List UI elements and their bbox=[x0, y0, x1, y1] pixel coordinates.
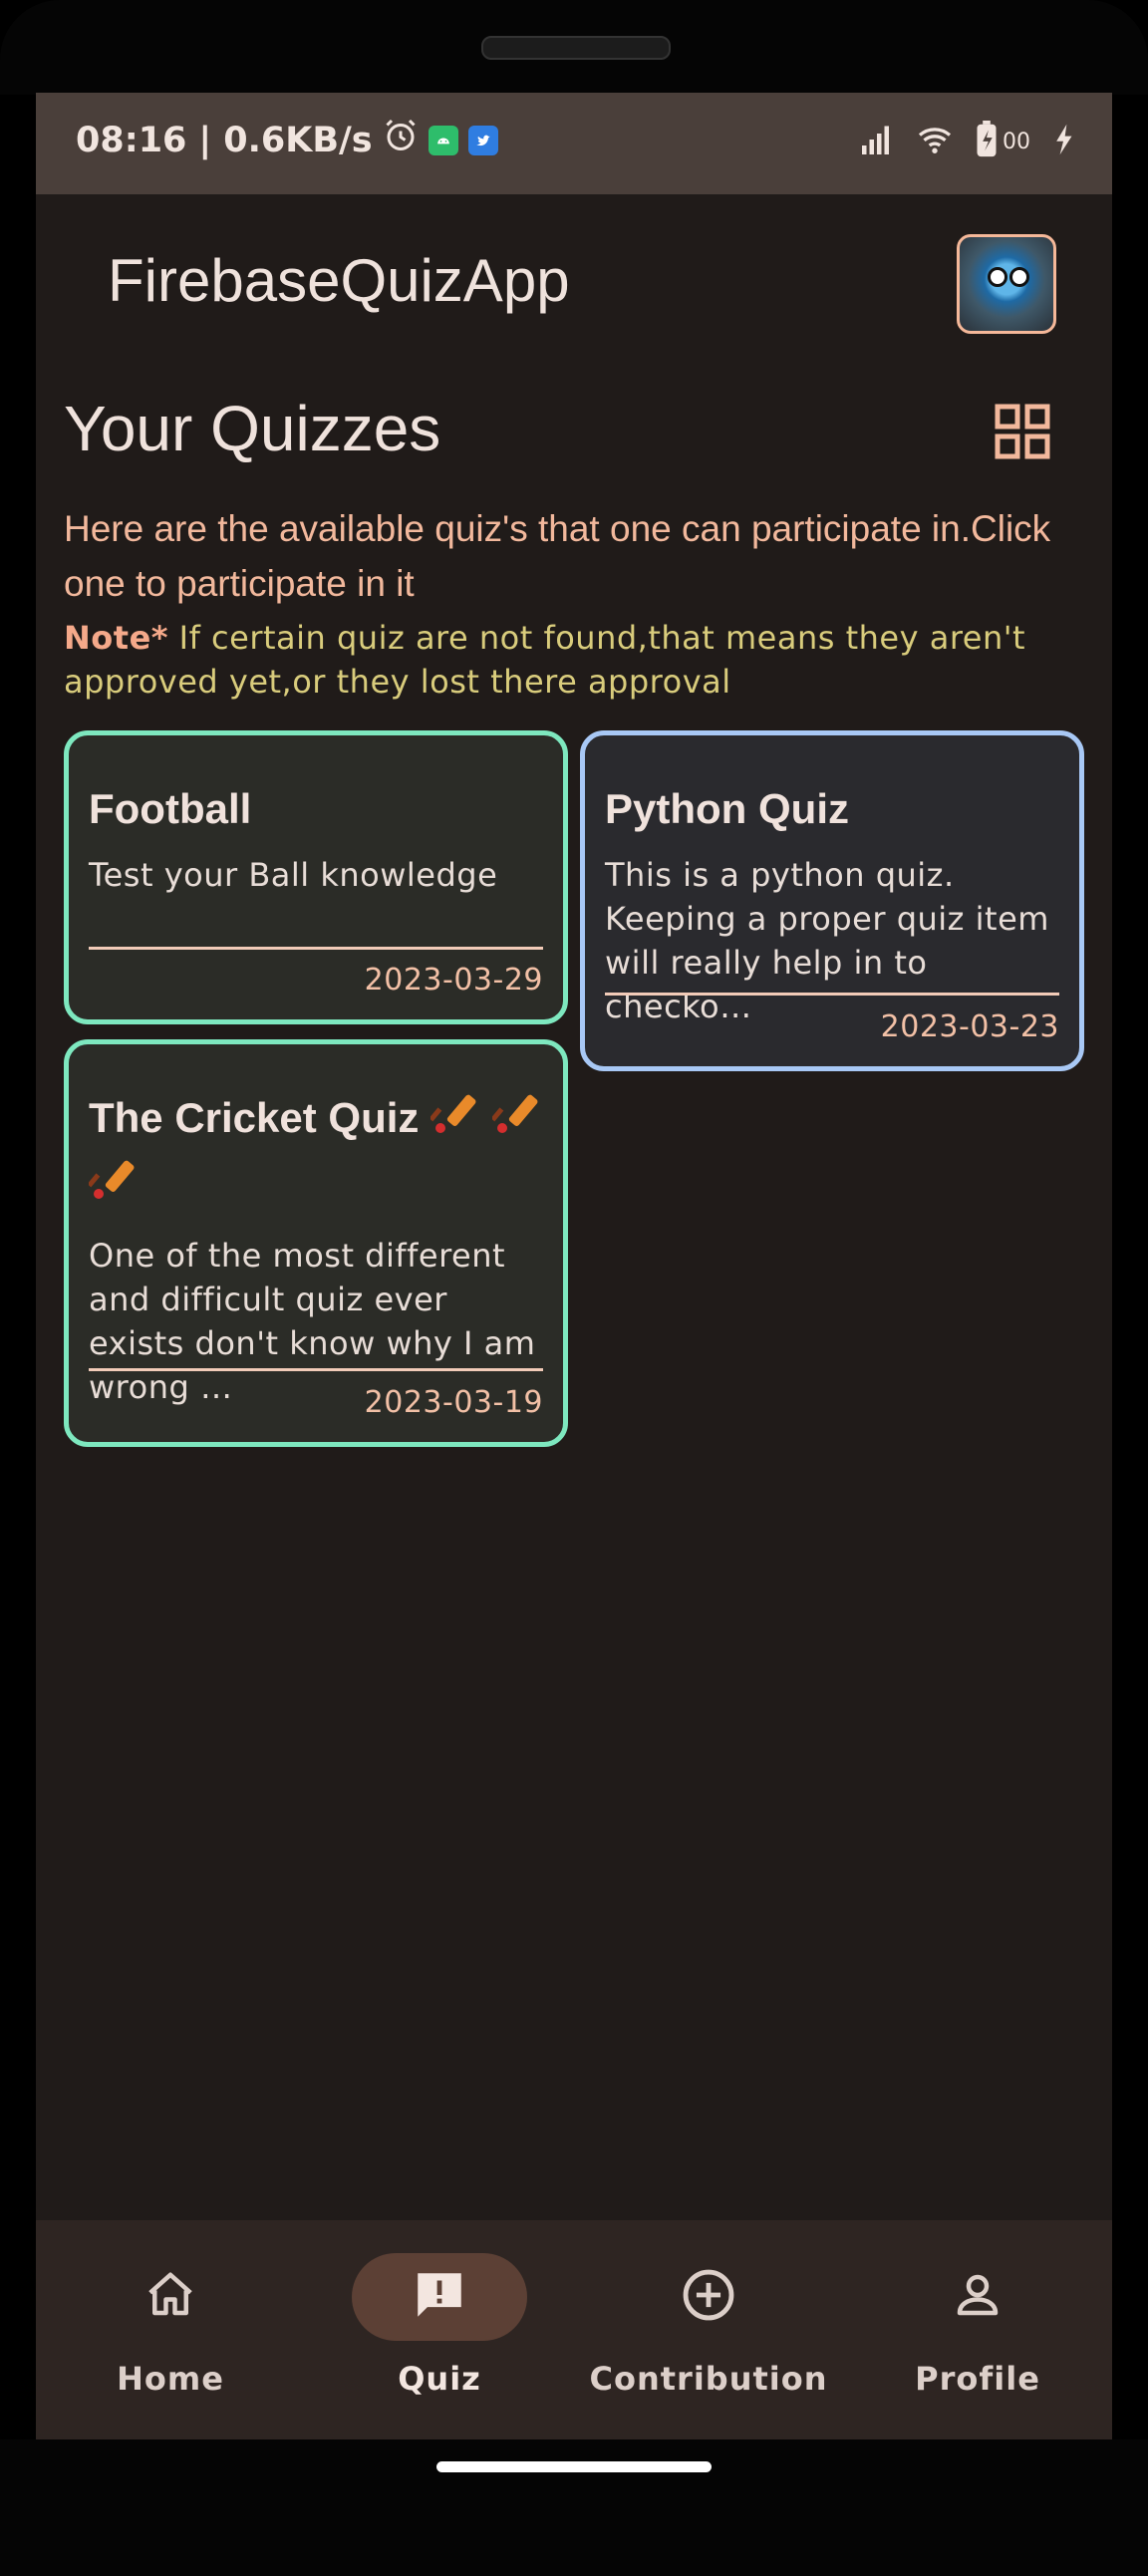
nav-item-contribution[interactable]: Contribution bbox=[574, 2220, 843, 2439]
app-title: FirebaseQuizApp bbox=[108, 247, 570, 314]
device-bezel-bottom bbox=[0, 2439, 1148, 2576]
battery-label: 00 bbox=[1003, 129, 1030, 154]
home-indicator[interactable] bbox=[436, 2461, 712, 2472]
alarm-icon bbox=[383, 118, 419, 162]
status-left: 08:16 | 0.6KB/s bbox=[76, 118, 498, 162]
cricket-bat-icon bbox=[490, 1088, 542, 1154]
status-time: 08:16 bbox=[76, 120, 187, 160]
cricket-bat-icon bbox=[429, 1088, 480, 1154]
nav-pill bbox=[83, 2253, 258, 2341]
quiz-card-title-row: The Cricket Quiz bbox=[87, 1088, 543, 1220]
twitter-icon bbox=[467, 125, 498, 155]
android-app-icon bbox=[428, 125, 458, 155]
battery-icon bbox=[975, 121, 999, 162]
note-label: Note* bbox=[64, 619, 168, 657]
app-bar: FirebaseQuizApp bbox=[36, 194, 1112, 369]
cricket-bat-icon bbox=[87, 1154, 139, 1220]
home-icon bbox=[144, 2268, 197, 2326]
status-separator: | bbox=[198, 120, 212, 160]
nav-label: Contribution bbox=[589, 2360, 828, 2398]
page-title: Your Quizzes bbox=[64, 393, 441, 464]
quiz-card-date: 2023-03-19 bbox=[364, 1385, 543, 1420]
quiz-card-description: Test your Ball knowledge bbox=[89, 856, 498, 894]
nav-item-home[interactable]: Home bbox=[36, 2220, 305, 2439]
page-description: Here are the available quiz's that one c… bbox=[64, 508, 1051, 604]
quiz-card-divider bbox=[89, 947, 543, 950]
avatar-eye-left bbox=[988, 267, 1007, 287]
quiz-card-cricket[interactable]: The Cricket Quiz One of the most differe… bbox=[64, 1039, 568, 1447]
battery-indicator: 00 bbox=[975, 121, 1030, 162]
profile-icon bbox=[951, 2268, 1004, 2326]
quiz-card-date: 2023-03-29 bbox=[364, 963, 543, 998]
nav-label: Home bbox=[117, 2360, 224, 2398]
grid-view-icon[interactable] bbox=[995, 404, 1050, 459]
quiz-card-title: Football bbox=[89, 785, 252, 832]
signal-icon bbox=[859, 122, 895, 161]
bottom-navigation: Home Quiz Contribution Profile bbox=[36, 2220, 1112, 2439]
note-text: If certain quiz are not found,that means… bbox=[64, 619, 1026, 701]
nav-pill bbox=[621, 2253, 796, 2341]
status-right: 00 bbox=[859, 121, 1076, 162]
quiz-card-divider bbox=[605, 993, 1059, 996]
quiz-card-date: 2023-03-23 bbox=[880, 1009, 1059, 1044]
status-bar: 08:16 | 0.6KB/s 00 bbox=[36, 93, 1112, 194]
add-circle-icon bbox=[680, 2266, 737, 2328]
quiz-icon bbox=[411, 2266, 468, 2328]
quiz-card-title: Python Quiz bbox=[605, 785, 849, 832]
quiz-card-description: This is a python quiz. Keeping a proper … bbox=[605, 856, 1049, 1025]
nav-label: Quiz bbox=[398, 2360, 481, 2398]
avatar-robot-icon[interactable] bbox=[957, 234, 1056, 334]
device-screen: 08:16 | 0.6KB/s 00 FirebaseQuizApp Your … bbox=[36, 93, 1112, 2439]
status-network-speed: 0.6KB/s bbox=[223, 120, 373, 160]
approval-note: Note* If certain quiz are not found,that… bbox=[64, 616, 1070, 704]
nav-item-profile[interactable]: Profile bbox=[843, 2220, 1112, 2439]
wifi-icon bbox=[915, 122, 955, 161]
quiz-card-python[interactable]: Python Quiz This is a python quiz. Keepi… bbox=[580, 730, 1084, 1071]
avatar-eye-right bbox=[1009, 267, 1029, 287]
nav-pill bbox=[890, 2253, 1065, 2341]
nav-item-quiz[interactable]: Quiz bbox=[305, 2220, 574, 2439]
nav-pill-active bbox=[352, 2253, 527, 2341]
quiz-card-divider bbox=[89, 1368, 543, 1371]
charging-icon bbox=[1050, 123, 1076, 160]
device-bezel-top bbox=[0, 0, 1148, 95]
nav-label: Profile bbox=[915, 2360, 1040, 2398]
speaker-grille bbox=[481, 36, 671, 60]
quiz-card-description: One of the most different and difficult … bbox=[89, 1237, 536, 1406]
quiz-card-title: The Cricket Quiz bbox=[89, 1094, 420, 1142]
quiz-card-football[interactable]: Football Test your Ball knowledge 2023-0… bbox=[64, 730, 568, 1024]
